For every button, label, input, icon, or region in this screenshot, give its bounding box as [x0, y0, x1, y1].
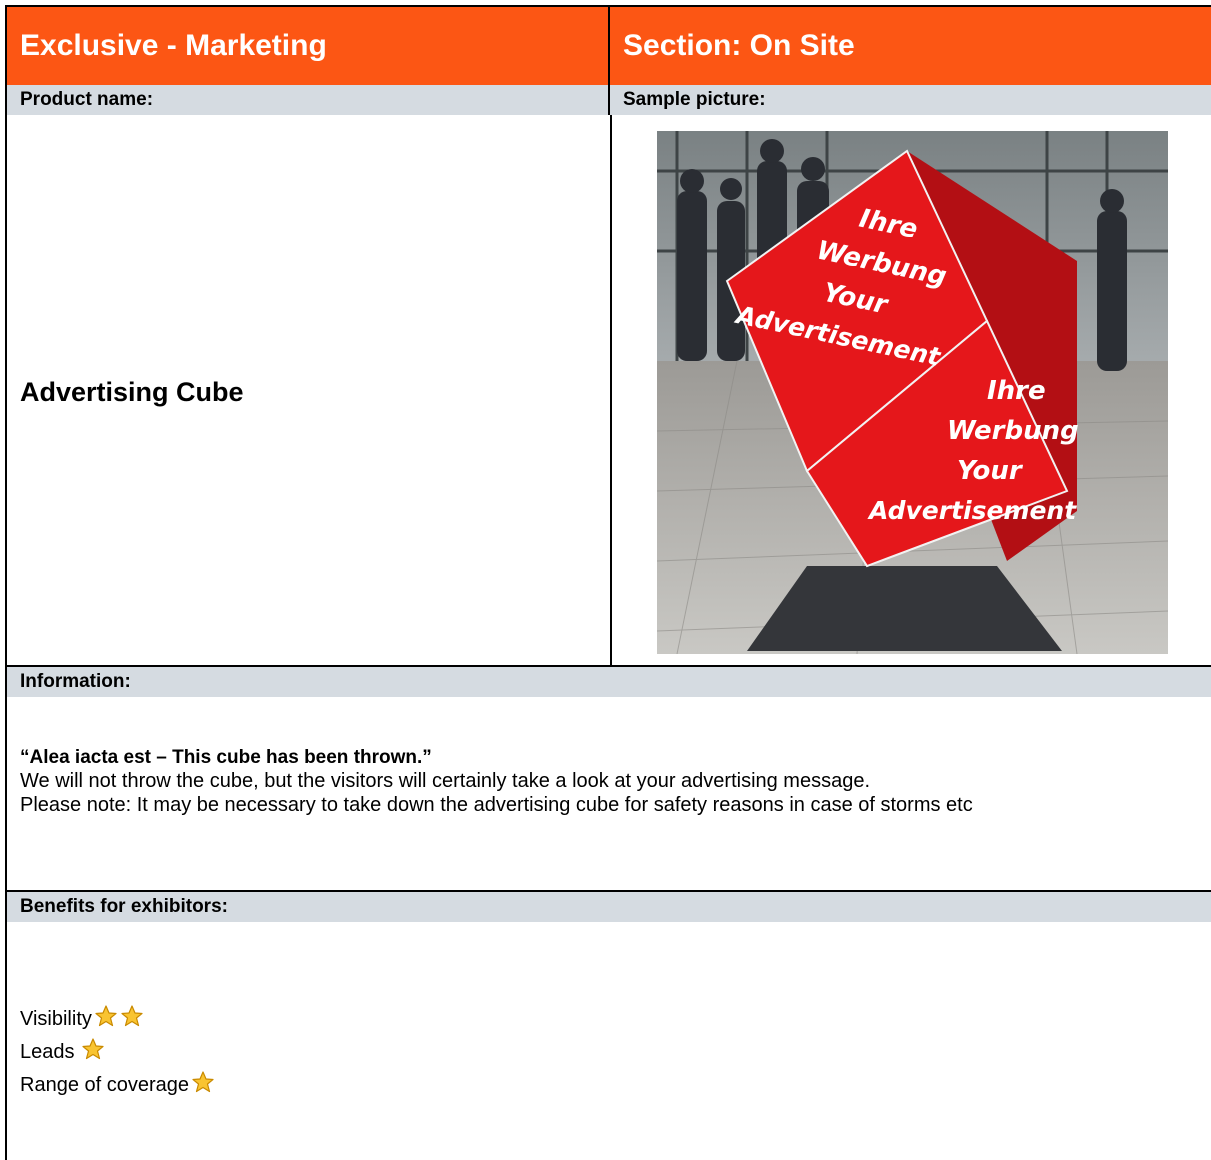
- cube-lower-line-1: Ihre: [987, 376, 1046, 406]
- benefit-label: Visibility: [20, 1007, 92, 1030]
- information-line-2: Please note: It may be necessary to take…: [20, 794, 973, 816]
- benefits-label: Benefits for exhibitors:: [7, 892, 1211, 922]
- star-icon: [120, 1004, 144, 1028]
- benefit-stars: [92, 1004, 144, 1034]
- star-icon: [191, 1070, 215, 1094]
- header-title-right: Section: On Site: [610, 7, 1211, 85]
- cube-lower-line-4: Advertisement: [867, 496, 1077, 525]
- column-divider: [610, 115, 612, 665]
- benefit-stars: [189, 1070, 215, 1100]
- information-line-1: We will not throw the cube, but the visi…: [20, 770, 871, 792]
- information-text: We will not throw the cube, but the visi…: [20, 769, 1190, 817]
- product-name-label: Product name:: [7, 85, 610, 115]
- star-icon: [81, 1037, 105, 1061]
- benefit-leads: Leads: [20, 1037, 105, 1067]
- star-icon: [94, 1004, 118, 1028]
- header-title-left: Exclusive - Marketing: [7, 7, 610, 85]
- cube-lower-line-2: Werbung: [947, 416, 1079, 446]
- benefit-stars: [79, 1037, 105, 1067]
- benefit-visibility: Visibility: [20, 1004, 144, 1034]
- product-sheet: Exclusive - Marketing Section: On Site P…: [5, 5, 1211, 1160]
- sample-picture: Ihre Werbung Your Advertisement Ihre Wer…: [657, 131, 1168, 654]
- information-label: Information:: [7, 667, 1211, 697]
- benefit-label: Leads: [20, 1040, 75, 1063]
- sample-picture-label: Sample picture:: [610, 85, 1211, 115]
- benefit-range-of-coverage: Range of coverage: [20, 1070, 215, 1100]
- cube-lower-line-3: Your: [957, 456, 1024, 486]
- product-name: Advertising Cube: [20, 377, 244, 407]
- benefit-label: Range of coverage: [20, 1073, 190, 1096]
- information-quote: “Alea iacta est – This cube has been thr…: [20, 747, 432, 768]
